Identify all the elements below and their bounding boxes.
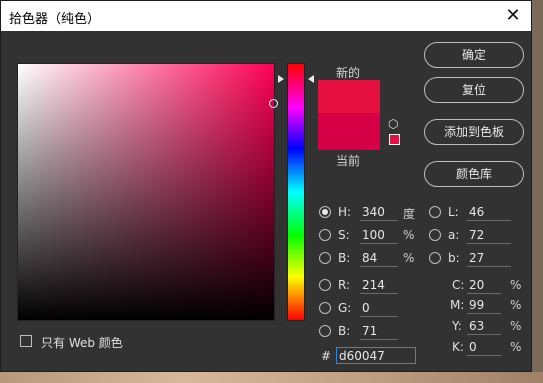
g-field[interactable]: 0 bbox=[360, 300, 398, 317]
k-unit: % bbox=[510, 340, 522, 354]
s-unit: % bbox=[403, 228, 415, 242]
picker-cursor[interactable] bbox=[269, 99, 278, 108]
radio-r[interactable] bbox=[319, 279, 331, 291]
radio-lab-b[interactable] bbox=[429, 252, 441, 264]
b-field[interactable]: 84 bbox=[360, 250, 398, 267]
radio-g[interactable] bbox=[319, 302, 331, 314]
l-field[interactable]: 46 bbox=[467, 204, 511, 221]
c-unit: % bbox=[510, 278, 522, 292]
a-label: a: bbox=[448, 228, 460, 242]
r-label: R: bbox=[338, 278, 351, 292]
radio-b[interactable] bbox=[319, 252, 331, 264]
rgb-b-field[interactable]: 71 bbox=[360, 323, 398, 340]
out-of-web-gamut-cube-icon[interactable]: ⬡ bbox=[388, 117, 402, 131]
saturation-brightness-field[interactable] bbox=[17, 63, 275, 321]
c-field[interactable]: 20 bbox=[467, 277, 501, 294]
y-field[interactable]: 63 bbox=[467, 318, 501, 335]
hex-field[interactable]: d60047 bbox=[336, 347, 416, 364]
radio-a[interactable] bbox=[429, 229, 441, 241]
lab-b-field[interactable]: 27 bbox=[467, 250, 511, 267]
y-label: Y: bbox=[452, 319, 462, 333]
l-label: L: bbox=[448, 205, 459, 219]
radio-s[interactable] bbox=[319, 229, 331, 241]
current-color-swatch[interactable] bbox=[318, 113, 380, 150]
close-icon[interactable]: ✕ bbox=[499, 2, 527, 30]
current-color-label: 当前 bbox=[336, 154, 361, 168]
lab-b-label: b: bbox=[448, 251, 460, 265]
web-only-label: 只有 Web 颜色 bbox=[41, 336, 123, 350]
g-label: G: bbox=[338, 301, 352, 315]
b-label: B: bbox=[338, 251, 351, 265]
background-photo-bottom bbox=[0, 372, 543, 383]
radio-h[interactable] bbox=[319, 206, 331, 218]
h-unit: 度 bbox=[403, 207, 416, 221]
add-to-swatches-button[interactable]: 添加到色板 bbox=[424, 119, 524, 145]
m-unit: % bbox=[510, 298, 522, 312]
hue-slider-right-arrow-icon[interactable] bbox=[308, 75, 314, 83]
rgb-b-label: B: bbox=[338, 324, 351, 338]
web-safe-color-swatch[interactable] bbox=[389, 134, 400, 145]
reset-button[interactable]: 复位 bbox=[424, 77, 524, 103]
m-label: M: bbox=[450, 298, 465, 312]
y-unit: % bbox=[510, 319, 522, 333]
b-unit: % bbox=[403, 251, 415, 265]
color-picker-dialog: 拾色器（纯色） ✕ 新的 当前 ⬡ 确定 复位 添加到色板 颜色库 H: 340… bbox=[0, 0, 532, 372]
k-field[interactable]: 0 bbox=[467, 339, 501, 356]
k-label: K: bbox=[452, 340, 464, 354]
hex-label: # bbox=[321, 349, 332, 363]
ok-button[interactable]: 确定 bbox=[424, 42, 524, 68]
c-label: C: bbox=[452, 278, 465, 292]
hue-slider-left-arrow-icon[interactable] bbox=[278, 75, 284, 83]
radio-rgb-b[interactable] bbox=[319, 325, 331, 337]
web-only-checkbox[interactable] bbox=[20, 335, 32, 347]
a-field[interactable]: 72 bbox=[467, 227, 511, 244]
color-libraries-button[interactable]: 颜色库 bbox=[424, 161, 524, 187]
h-field[interactable]: 340 bbox=[360, 204, 398, 221]
s-label: S: bbox=[338, 228, 350, 242]
new-color-label: 新的 bbox=[336, 66, 361, 80]
title-bar: 拾色器（纯色） ✕ bbox=[1, 1, 531, 31]
hue-slider[interactable] bbox=[287, 63, 305, 321]
r-field[interactable]: 214 bbox=[360, 277, 398, 294]
h-label: H: bbox=[338, 205, 352, 219]
new-color-swatch bbox=[318, 80, 380, 117]
m-field[interactable]: 99 bbox=[467, 297, 501, 314]
radio-l[interactable] bbox=[429, 206, 441, 218]
s-field[interactable]: 100 bbox=[360, 227, 398, 244]
dialog-title: 拾色器（纯色） bbox=[9, 12, 101, 27]
